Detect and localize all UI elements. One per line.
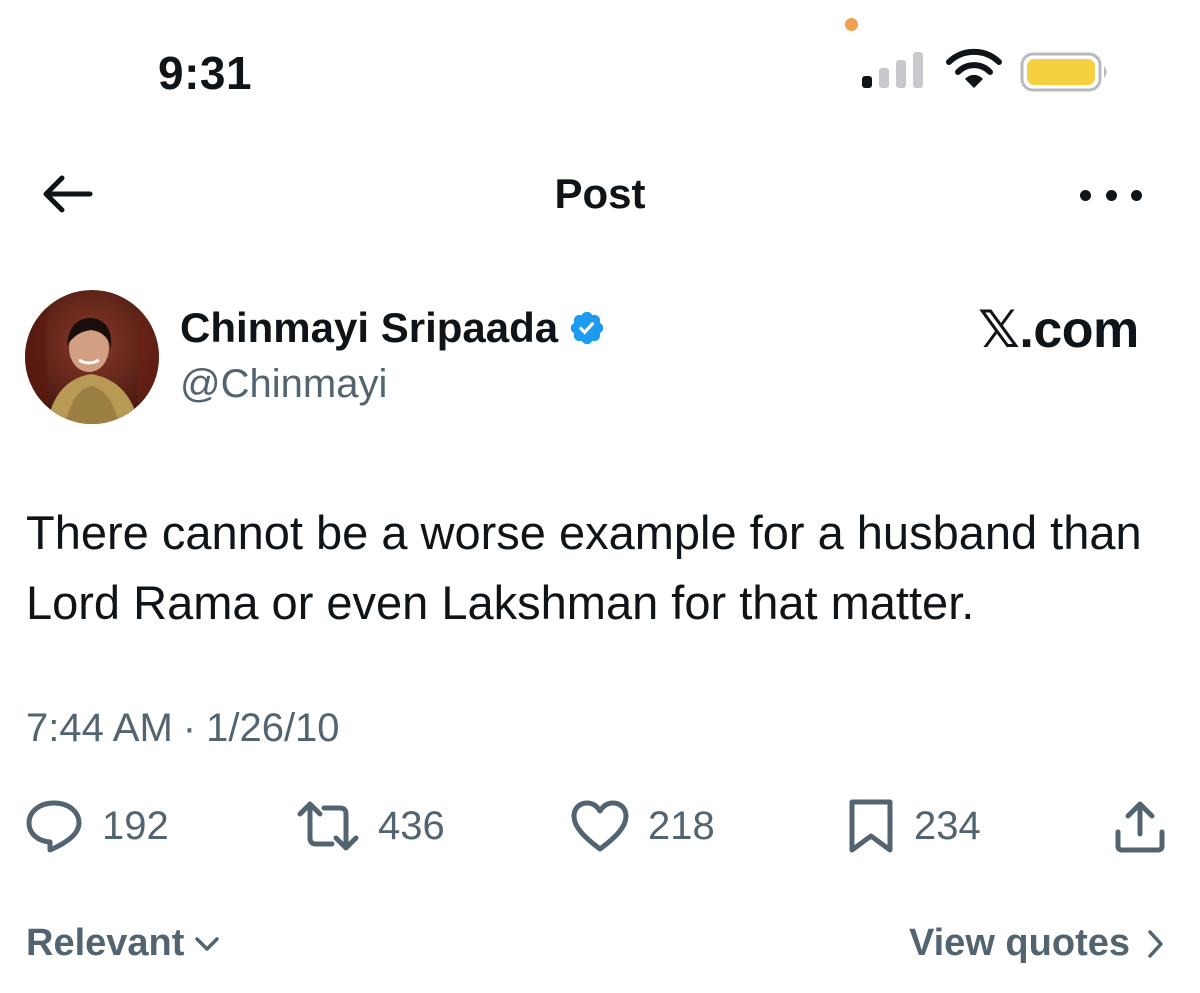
signal-bar-1 <box>862 76 872 88</box>
chevron-right-icon <box>1148 929 1163 958</box>
avatar[interactable] <box>25 290 159 424</box>
post-time: 7:44 AM <box>26 706 173 750</box>
repost-icon <box>297 801 359 851</box>
chevron-down-icon <box>195 936 220 951</box>
page-title: Post <box>554 170 646 217</box>
bookmark-count: 234 <box>914 803 981 848</box>
view-quotes-link[interactable]: View quotes <box>909 922 1164 965</box>
meta-separator: · <box>182 706 197 750</box>
signal-bar-3 <box>896 60 906 88</box>
x-com-watermark: 𝕏.com <box>978 301 1139 359</box>
cellular-signal-icon <box>862 52 926 88</box>
author-handle[interactable]: @Chinmayi <box>180 362 387 407</box>
battery-icon <box>1020 52 1110 97</box>
more-horizontal-icon <box>1080 189 1091 201</box>
camera-indicator-dot <box>845 18 858 31</box>
share-button[interactable] <box>1112 798 1168 859</box>
more-options-button[interactable] <box>1080 180 1142 210</box>
reply-icon <box>26 800 82 853</box>
bookmark-icon <box>849 799 893 853</box>
bookmark-button[interactable]: 234 <box>846 796 981 856</box>
post-date: 1/26/10 <box>206 706 340 750</box>
sort-label: Relevant <box>26 922 185 964</box>
like-button[interactable]: 218 <box>570 796 715 856</box>
heart-icon <box>571 800 629 852</box>
author-display-name[interactable]: Chinmayi Sripaada <box>180 304 606 352</box>
signal-bar-4 <box>913 52 923 88</box>
status-time: 9:31 <box>158 47 253 99</box>
wifi-icon <box>945 46 1003 95</box>
verified-badge-icon <box>568 309 606 347</box>
like-count: 218 <box>648 803 715 848</box>
repost-button[interactable]: 436 <box>296 796 445 856</box>
share-icon <box>1115 801 1165 853</box>
more-dot <box>1105 189 1117 201</box>
more-dot <box>1131 189 1142 201</box>
reply-count: 192 <box>102 803 169 848</box>
view-quotes-label: View quotes <box>908 922 1130 964</box>
post-text: There cannot be a worse example for a hu… <box>26 506 1142 629</box>
signal-bar-2 <box>879 68 889 88</box>
post-timestamp[interactable]: 7:44 AM · 1/26/10 <box>26 706 340 751</box>
reply-button[interactable]: 192 <box>24 796 169 856</box>
repost-count: 436 <box>378 803 445 848</box>
author-name-text: Chinmayi Sripaada <box>180 304 559 351</box>
sort-replies-dropdown[interactable]: Relevant <box>26 922 220 965</box>
